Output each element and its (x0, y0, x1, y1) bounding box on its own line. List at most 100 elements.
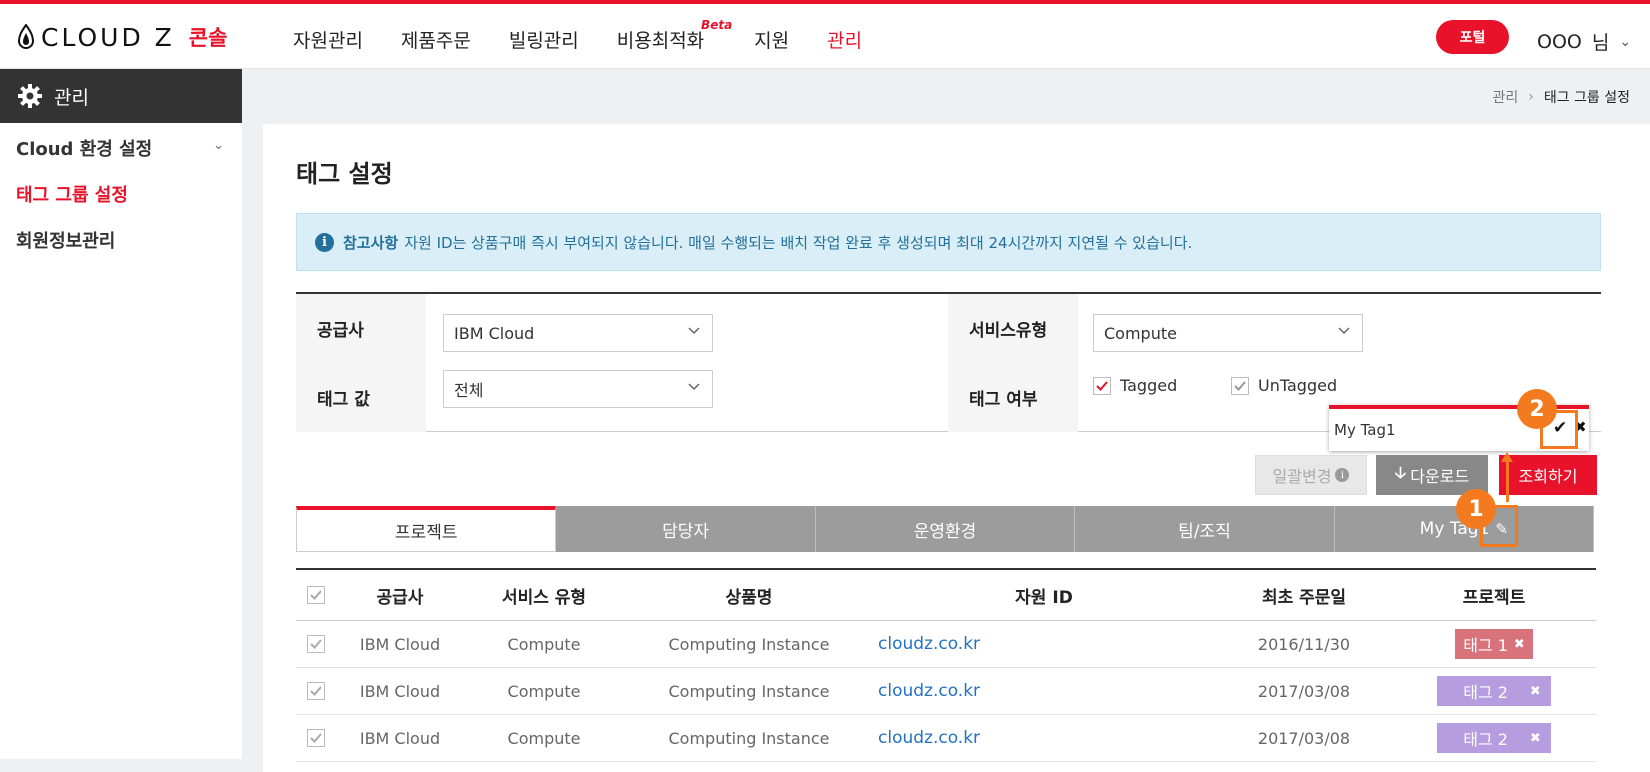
sidebar-item-member-info[interactable]: 회원정보관리 (0, 217, 242, 263)
sidebar: 관리 Cloud 환경 설정 ⌄ 태그 그룹 설정 회원정보관리 (0, 69, 242, 759)
tag-value-select-value: 전체 (454, 381, 484, 400)
cell-product: Computing Instance (668, 681, 830, 701)
select-all-checkbox[interactable] (296, 586, 336, 604)
tag-badge-label: 태그 1 (1463, 636, 1508, 655)
service-type-select-value: Compute (1104, 323, 1177, 343)
row-checkbox[interactable] (296, 635, 336, 653)
nav-cost-optimization[interactable]: 비용최적화 Beta (616, 18, 732, 53)
sidebar-item-tag-group[interactable]: 태그 그룹 설정 (0, 171, 242, 217)
resource-table: 공급사 서비스 유형 상품명 자원 ID 최초 주문일 프로젝트 IBM Clo… (296, 568, 1596, 762)
bulk-change-button[interactable]: 일괄변경 i (1255, 455, 1367, 495)
bulk-change-label: 일괄변경 (1272, 467, 1332, 486)
annotation-arrow-head (1501, 452, 1513, 462)
provider-select-value: IBM Cloud (454, 323, 535, 343)
tag-badge-label: 태그 2 (1463, 730, 1508, 749)
tag-badge: 태그 2 ✖ (1437, 676, 1551, 706)
chevron-down-icon (1338, 327, 1350, 335)
annotation-badge-2: 2 (1517, 389, 1557, 429)
row-checkbox[interactable] (296, 729, 336, 747)
portal-button[interactable]: 포털 (1436, 20, 1509, 54)
close-icon[interactable]: ✖ (1514, 637, 1525, 652)
resource-id-link[interactable]: cloudz.co.kr (878, 728, 980, 748)
service-type-select[interactable]: Compute (1093, 314, 1363, 352)
search-button[interactable]: 조회하기 (1499, 455, 1597, 495)
tab-environment[interactable]: 운영환경 (815, 506, 1076, 552)
nav-billing[interactable]: 빌링관리 (509, 26, 579, 53)
tag-badge: 태그 2 ✖ (1437, 723, 1551, 753)
cell-order-date: 2017/03/08 (1257, 728, 1351, 748)
tagged-option-label: Tagged (1120, 376, 1178, 395)
nav-support[interactable]: 지원 (754, 26, 789, 53)
checkbox-checked-icon (1231, 376, 1249, 395)
tag-badge-label: 태그 2 (1463, 683, 1508, 702)
cell-service: Compute (507, 681, 581, 701)
close-icon[interactable]: ✖ (1530, 684, 1541, 699)
tab-project[interactable]: 프로젝트 (296, 506, 557, 552)
column-header: 공급사 (376, 587, 424, 608)
cell-service: Compute (507, 728, 581, 748)
notice-banner: i 참고사항 자원 ID는 상품구매 즉시 부여되지 않습니다. 매일 수행되는… (296, 213, 1601, 271)
cell-provider: IBM Cloud (359, 681, 441, 701)
sidebar-title: 관리 (54, 86, 89, 109)
chevron-down-icon (688, 383, 700, 391)
page-title: 태그 설정 (296, 160, 393, 188)
tag-value-select[interactable]: 전체 (443, 370, 713, 408)
user-menu[interactable]: OOO 님 ⌄ (1537, 28, 1631, 55)
tagged-label: 태그 여부 (948, 362, 1078, 432)
tag-badge: 태그 1 ✖ (1455, 629, 1533, 659)
table-header: 공급사 서비스 유형 상품명 자원 ID 최초 주문일 프로젝트 (296, 568, 1596, 621)
nav-cost-optimization-label: 비용최적화 (616, 30, 705, 52)
resource-id-link[interactable]: cloudz.co.kr (878, 634, 980, 654)
download-icon: 🡣 (1394, 462, 1407, 482)
annotation-arrow (1506, 460, 1509, 502)
untagged-checkbox[interactable]: UnTagged (1231, 376, 1337, 395)
service-type-label: 서비스유형 (948, 294, 1078, 362)
download-label: 다운로드 (1410, 467, 1470, 486)
table-row: IBM Cloud Compute Computing Instance clo… (296, 668, 1596, 715)
provider-label: 공급사 (296, 294, 426, 362)
beta-badge: Beta (701, 18, 733, 32)
tag-name-input[interactable]: My Tag1 (1334, 421, 1396, 439)
resource-id-link[interactable]: cloudz.co.kr (878, 681, 980, 701)
cell-service: Compute (507, 634, 581, 654)
cell-product: Computing Instance (668, 634, 830, 654)
logo[interactable]: CLOUD Z 콘솔 (17, 20, 227, 54)
table-row: IBM Cloud Compute Computing Instance clo… (296, 715, 1596, 762)
tag-tabs: 프로젝트 담당자 운영환경 팀/조직 My Tag1 ✎ (296, 506, 1595, 552)
sidebar-item-cloud-settings[interactable]: Cloud 환경 설정 ⌄ (0, 125, 242, 171)
tagged-checkbox[interactable]: Tagged (1093, 376, 1177, 395)
annotation-badge-1: 1 (1456, 489, 1496, 529)
info-icon: i (315, 232, 334, 252)
user-suffix: 님 (1591, 32, 1610, 54)
logo-drop-icon (17, 24, 35, 49)
nav-admin[interactable]: 관리 (827, 26, 862, 53)
cell-order-date: 2017/03/08 (1257, 681, 1351, 701)
gear-icon (18, 84, 42, 108)
cell-order-date: 2016/11/30 (1257, 634, 1351, 654)
nav-order[interactable]: 제품주문 (401, 26, 471, 53)
breadcrumb-parent[interactable]: 관리 (1492, 87, 1518, 107)
column-header: 최초 주문일 (1261, 587, 1347, 608)
nav-resource[interactable]: 자원관리 (293, 26, 363, 53)
cell-provider: IBM Cloud (359, 634, 441, 654)
breadcrumb-current: 태그 그룹 설정 (1543, 90, 1630, 106)
user-name: OOO (1537, 30, 1582, 53)
cell-product: Computing Instance (668, 728, 830, 748)
column-header: 자원 ID (1015, 587, 1073, 608)
close-icon[interactable]: ✖ (1530, 731, 1541, 746)
info-icon: i (1335, 468, 1350, 482)
chevron-down-icon (688, 327, 700, 335)
sidebar-item-label: Cloud 환경 설정 (16, 139, 153, 160)
column-header: 프로젝트 (1462, 587, 1526, 608)
cell-provider: IBM Cloud (359, 728, 441, 748)
tag-value-label: 태그 값 (296, 362, 426, 432)
tab-manager[interactable]: 담당자 (556, 506, 816, 552)
tab-team[interactable]: 팀/조직 (1075, 506, 1335, 552)
untagged-option-label: UnTagged (1258, 376, 1338, 395)
row-checkbox[interactable] (296, 682, 336, 700)
chevron-down-icon: ⌄ (213, 138, 224, 153)
chevron-down-icon: ⌄ (1619, 33, 1632, 50)
provider-select[interactable]: IBM Cloud (443, 314, 713, 352)
column-header: 상품명 (725, 587, 773, 608)
notice-text: 자원 ID는 상품구매 즉시 부여되지 않습니다. 매일 수행되는 배치 작업 … (404, 233, 1193, 252)
